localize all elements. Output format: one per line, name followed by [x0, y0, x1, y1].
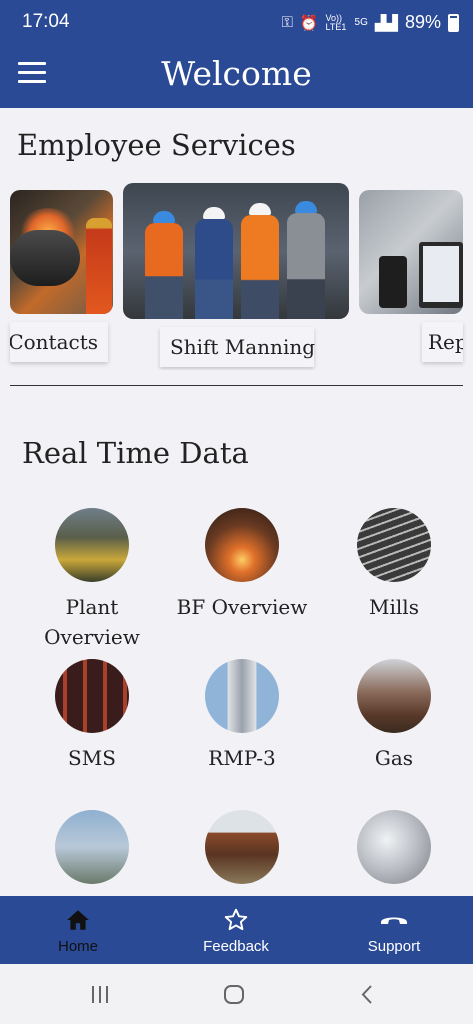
recent-apps-icon	[92, 986, 108, 1003]
plant-overview-label: Plant Overview	[44, 595, 140, 649]
plant-overview-tile[interactable]: Plant Overview	[17, 508, 167, 652]
nav-home-label: Home	[57, 938, 98, 955]
bottom-nav: Home Feedback Support	[0, 896, 473, 964]
real-time-data-title: Real Time Data	[22, 436, 249, 470]
signal-type: 5G	[354, 17, 368, 28]
system-nav-bar	[0, 964, 473, 1024]
reports-photo	[359, 190, 463, 314]
nav-support-label: Support	[367, 938, 421, 955]
sms-photo	[55, 659, 129, 733]
rail-tile[interactable]	[167, 810, 317, 894]
power-tile[interactable]	[17, 810, 167, 894]
reports-card[interactable]: Rep	[359, 180, 463, 362]
status-time: 17:04	[22, 11, 70, 32]
status-bar: 17:04 ⚿ ⏰ Vo)) LTE1 5G ▟▟ 89%	[0, 0, 473, 42]
status-icons: ⚿ ⏰ Vo)) LTE1 5G ▟▟ 89%	[281, 12, 459, 33]
shift-manning-label: Shift Manning	[160, 327, 315, 367]
mills-tile[interactable]: Mills	[319, 508, 469, 622]
battery-icon	[448, 13, 459, 32]
nav-feedback[interactable]: Feedback	[176, 896, 296, 964]
back-button[interactable]	[327, 964, 407, 1024]
plant-photo	[55, 508, 129, 582]
back-icon	[361, 985, 372, 1004]
alarm-icon: ⏰	[299, 14, 319, 32]
welder-photo	[10, 190, 113, 314]
nav-feedback-label: Feedback	[203, 938, 269, 955]
mills-photo	[357, 508, 431, 582]
power-photo	[55, 810, 129, 884]
rmp3-tile[interactable]: RMP-3	[167, 659, 317, 773]
shift-manning-card[interactable]: Shift Manning	[123, 180, 349, 367]
home-system-button[interactable]	[194, 964, 274, 1024]
home-system-icon	[224, 985, 244, 1004]
tanks-photo	[357, 810, 431, 884]
section-divider	[10, 385, 463, 386]
network-label: Vo)) LTE1	[325, 12, 347, 32]
sms-tile[interactable]: SMS	[17, 659, 167, 773]
battery-percent: 89%	[404, 12, 441, 32]
signal-icon: ▟▟	[374, 14, 398, 32]
rmp3-label: RMP-3	[208, 746, 276, 770]
tanks-tile[interactable]	[319, 810, 469, 894]
app-bar: Welcome	[0, 42, 473, 108]
star-icon	[224, 908, 248, 931]
bf-overview-tile[interactable]: BF Overview	[167, 508, 317, 622]
contacts-card-label: y Contacts	[10, 322, 108, 362]
nav-support[interactable]: Support	[334, 896, 454, 964]
phone-icon	[381, 917, 407, 924]
gas-photo	[357, 659, 431, 733]
key-icon: ⚿	[281, 14, 293, 31]
gas-tile[interactable]: Gas	[319, 659, 469, 773]
sms-label: SMS	[68, 746, 116, 770]
contacts-card[interactable]: y Contacts	[10, 180, 113, 362]
rail-photo	[205, 810, 279, 884]
employee-services-title: Employee Services	[17, 128, 296, 162]
home-icon	[67, 910, 89, 930]
gas-label: Gas	[374, 746, 414, 770]
mills-label: Mills	[369, 595, 419, 619]
nav-home[interactable]: Home	[18, 896, 138, 964]
furnace-photo	[205, 508, 279, 582]
employee-services-carousel[interactable]: y Contacts Shift Manning Rep	[0, 180, 473, 370]
rmp-photo	[205, 659, 279, 733]
bf-overview-label: BF Overview	[176, 595, 308, 619]
recent-apps-button[interactable]	[60, 964, 140, 1024]
page-title: Welcome	[161, 54, 312, 93]
reports-card-label: Rep	[422, 322, 463, 362]
workers-photo	[123, 183, 349, 319]
